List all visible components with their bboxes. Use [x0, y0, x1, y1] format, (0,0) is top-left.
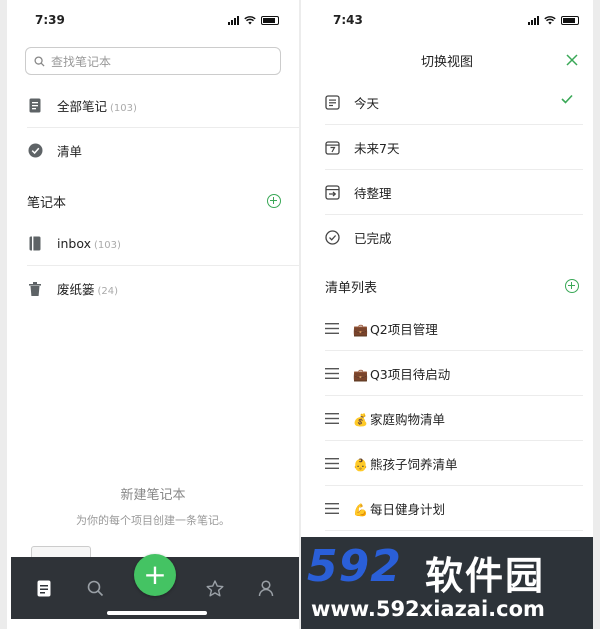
notebook-label: 废纸篓: [57, 282, 95, 297]
checklist-name: Q3项目待启动: [369, 366, 451, 382]
empty-state-subtitle: 为你的每个项目创建一条笔记。: [76, 514, 230, 527]
view-switcher-title: 切换视图: [420, 54, 473, 70]
right-phone-screen: 7:43 切换视图 今天 未来7天 待整理 已完成 清单列表 💼 Q2项目管理 …: [301, 0, 593, 629]
search-icon: [34, 55, 45, 67]
all-notes-label: 全部笔记: [57, 98, 108, 114]
status-time: 7:39: [35, 13, 65, 27]
new-note-button[interactable]: +: [133, 554, 176, 596]
view-item-today[interactable]: 今天: [325, 80, 583, 125]
notebook-search-input[interactable]: 查找笔记本: [25, 47, 281, 75]
star-icon: [206, 579, 224, 596]
inbox-arrow-icon: [325, 184, 340, 200]
status-icons: [228, 15, 279, 25]
notes-tab-icon: [37, 580, 51, 596]
notebook-icon: [27, 235, 43, 251]
check-circle-outline-icon: [325, 230, 340, 245]
view-item-completed[interactable]: 已完成: [325, 215, 583, 260]
tab-profile[interactable]: [254, 576, 278, 600]
wifi-icon: [544, 15, 556, 24]
notebook-count: (24): [97, 286, 119, 297]
trash-icon: [27, 281, 43, 297]
checklist-label: 清单: [57, 144, 83, 159]
watermark-logo: 592: [307, 541, 402, 592]
note-icon: [27, 97, 43, 113]
selected-check-icon: [561, 94, 573, 104]
view-switcher-header: 切换视图: [301, 40, 593, 80]
view-label: 今天: [354, 95, 380, 111]
list-doc-icon: [325, 94, 340, 110]
checklist-row[interactable]: 👶 熊孩子饲养清单: [325, 441, 583, 486]
status-bar: 7:39: [7, 0, 299, 40]
checklist-name: 每日健身计划: [369, 501, 445, 517]
signal-icon: [228, 15, 239, 25]
screenshot-canvas: 7:39 查找笔记本 全部笔记 (103) 清单 笔记本 inbox (103)…: [0, 0, 600, 629]
view-label: 未来7天: [354, 140, 400, 156]
checklists-title: 清单列表: [325, 280, 378, 296]
battery-icon: [261, 15, 279, 25]
wifi-icon: [244, 15, 256, 24]
tab-starred[interactable]: [203, 576, 227, 600]
watermark-name: 软件园: [425, 554, 546, 598]
checklist-name: Q2项目管理: [369, 321, 438, 337]
battery-icon: [561, 15, 579, 25]
search-placeholder: 查找笔记本: [51, 54, 112, 69]
drag-handle-icon[interactable]: [325, 367, 339, 379]
calendar-7-icon: [325, 140, 340, 155]
checklist-item[interactable]: 清单: [27, 128, 299, 173]
add-checklist-icon[interactable]: [565, 279, 579, 293]
drag-handle-icon[interactable]: [325, 457, 339, 469]
notebook-item-trash[interactable]: 废纸篓 (24): [27, 266, 299, 311]
checklist-row[interactable]: 💼 Q3项目待启动: [325, 351, 583, 396]
checklists-section-header: 清单列表: [325, 266, 579, 306]
bottom-tab-bar: +: [11, 554, 299, 619]
checklist-name: 熊孩子饲养清单: [369, 456, 458, 472]
view-label: 已完成: [354, 231, 392, 246]
left-phone-screen: 7:39 查找笔记本 全部笔记 (103) 清单 笔记本 inbox (103)…: [7, 0, 299, 629]
check-circle-icon: [27, 143, 43, 159]
watermark-url: www.592xiazai.com: [311, 597, 545, 621]
checklist-row[interactable]: 💼 Q2项目管理: [325, 306, 583, 351]
home-indicator: [107, 611, 207, 615]
all-notes-count: (103): [110, 102, 137, 114]
tab-notes[interactable]: [32, 576, 56, 600]
notebooks-section-header: 笔记本: [27, 181, 281, 221]
view-item-next-7-days[interactable]: 未来7天: [325, 125, 583, 170]
notebook-count: (103): [94, 239, 121, 251]
drag-handle-icon[interactable]: [325, 412, 339, 424]
checklist-row[interactable]: 💪 每日健身计划: [325, 486, 583, 531]
search-tab-icon: [87, 580, 103, 596]
tab-search[interactable]: [83, 576, 107, 600]
status-icons: [528, 15, 579, 25]
money-bag-icon: 💰: [353, 412, 368, 427]
notebooks-title: 笔记本: [27, 195, 67, 211]
baby-icon: 👶: [353, 457, 368, 472]
signal-icon: [528, 15, 539, 25]
site-watermark: 592 软件园 www.592xiazai.com: [301, 537, 593, 629]
view-item-to-organize[interactable]: 待整理: [325, 170, 583, 215]
view-label: 待整理: [354, 185, 392, 201]
user-icon: [258, 579, 273, 596]
briefcase-icon: 💼: [353, 367, 368, 382]
add-notebook-icon[interactable]: [267, 194, 281, 208]
status-time: 7:43: [333, 13, 363, 27]
close-icon[interactable]: [565, 53, 579, 67]
flexed-arm-icon: 💪: [353, 502, 368, 517]
checklist-name: 家庭购物清单: [369, 411, 445, 427]
briefcase-icon: 💼: [353, 322, 368, 337]
notebook-label: inbox: [57, 235, 91, 251]
checklist-row[interactable]: 💰 家庭购物清单: [325, 396, 583, 441]
drag-handle-icon[interactable]: [325, 502, 339, 514]
drag-handle-icon[interactable]: [325, 322, 339, 334]
all-notes-item[interactable]: 全部笔记 (103): [27, 83, 299, 128]
empty-state-title: 新建笔记本: [120, 488, 186, 503]
notebook-item-inbox[interactable]: inbox (103): [27, 221, 299, 266]
status-bar: 7:43: [301, 0, 593, 40]
